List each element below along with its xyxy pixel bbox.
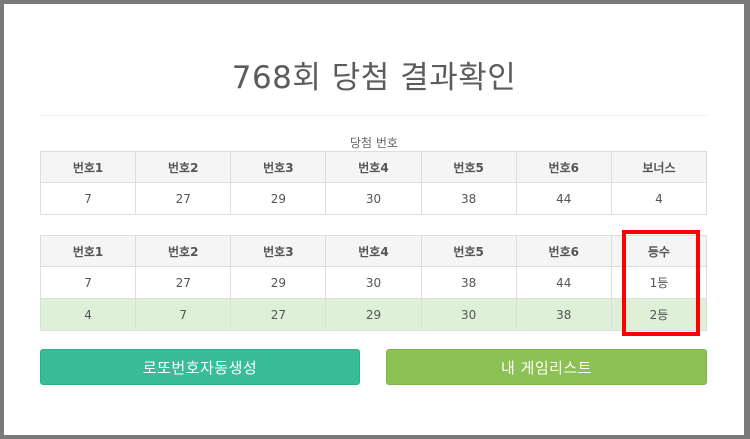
table-row: 4 7 27 29 30 38 2등 [39,298,708,331]
table-cell: 4 [610,182,708,215]
column-header: 번호1 [39,151,137,183]
column-header: 보너스 [610,151,708,183]
my-game-list-button[interactable]: 내 게임리스트 [386,349,707,385]
table-cell: 27 [135,182,232,215]
page-title: 768회 당첨 결과확인 [231,60,517,96]
table-cell: 29 [325,298,422,331]
table-cell: 30 [325,182,422,215]
table-cell: 27 [135,266,232,299]
table-cell: 27 [230,298,327,331]
table-cell: 7 [135,298,232,331]
table-cell: 38 [515,298,612,331]
column-header: 번호3 [230,235,327,267]
column-header: 번호4 [325,151,422,183]
column-header: 번호6 [515,151,612,183]
column-header: 번호4 [325,235,422,267]
my-results-table: 번호1 번호2 번호3 번호4 번호5 번호6 등수 7 27 29 30 38… [39,235,708,331]
table-cell: 38 [420,182,517,215]
table-row: 7 27 29 30 38 44 4 [39,182,708,215]
column-header: 번호5 [420,235,517,267]
main-panel: 768회 당첨 결과확인 당첨 번호 번호1 번호2 번호3 번호4 번호5 번… [4,4,744,435]
table-cell: 29 [230,182,327,215]
table-cell: 7 [39,182,137,215]
column-header: 번호1 [39,235,137,267]
column-header: 번호3 [230,151,327,183]
auto-generate-button[interactable]: 로또번호자동생성 [40,349,360,385]
table-header-row: 번호1 번호2 번호3 번호4 번호5 번호6 보너스 [39,151,708,183]
table-cell: 30 [420,298,517,331]
column-header: 번호2 [135,235,232,267]
table-cell: 44 [515,266,612,299]
divider [40,115,707,116]
table-cell: 30 [325,266,422,299]
table-cell: 7 [39,266,137,299]
winning-numbers-table: 번호1 번호2 번호3 번호4 번호5 번호6 보너스 7 27 29 30 3… [39,151,708,215]
column-header: 번호5 [420,151,517,183]
table-cell: 44 [515,182,612,215]
column-header: 번호6 [515,235,612,267]
column-header: 번호2 [135,151,232,183]
table-cell: 38 [420,266,517,299]
winning-numbers-caption: 당첨 번호 [350,136,398,150]
table-row: 7 27 29 30 38 44 1등 [39,266,708,299]
table-cell: 4 [39,298,137,331]
table-cell: 29 [230,266,327,299]
table-header-row: 번호1 번호2 번호3 번호4 번호5 번호6 등수 [39,235,708,267]
rank-highlight-annotation [622,230,700,336]
